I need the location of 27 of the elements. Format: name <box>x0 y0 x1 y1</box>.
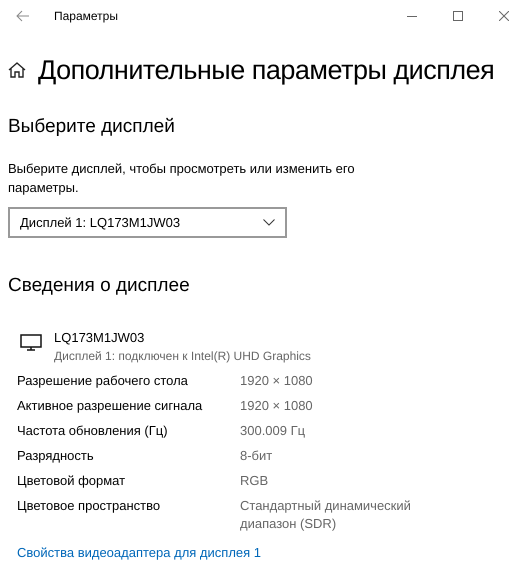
display-dropdown[interactable]: Дисплей 1: LQ173M1JW03 <box>8 207 287 238</box>
close-icon <box>499 11 509 21</box>
info-label: Цветовое пространство <box>17 497 162 515</box>
info-value: 8-бит <box>240 447 274 465</box>
monitor-subtitle: Дисплей 1: подключен к Intel(R) UHD Graphics <box>54 348 311 364</box>
page-title: Дополнительные параметры дисплея <box>38 54 494 87</box>
info-value: 300.009 Гц <box>240 422 306 440</box>
back-arrow-icon <box>16 10 30 22</box>
info-value: 1920 × 1080 <box>240 372 314 390</box>
info-value: Стандартный динамический диапазон (SDR) <box>240 497 412 533</box>
section-heading: Сведения о дисплее <box>8 274 191 298</box>
monitor-icon <box>20 334 42 350</box>
home-icon <box>8 61 26 80</box>
info-label: Разрешение рабочего стола <box>17 372 189 390</box>
window-title: Параметры <box>54 8 118 25</box>
section-heading: Выберите дисплей <box>8 114 176 138</box>
info-label: Частота обновления (Гц) <box>17 422 169 440</box>
description: Выберите дисплей, чтобы просмотреть или изменить его параметры. <box>8 160 356 197</box>
monitor-name: LQ173M1JW03 <box>54 328 146 346</box>
maximize-icon <box>453 11 463 21</box>
info-label: Активное разрешение сигнала <box>17 397 204 415</box>
chevron-down-icon <box>263 219 275 226</box>
info-label: Разрядность <box>17 447 95 465</box>
info-label: Цветовой формат <box>17 472 126 490</box>
adapter-properties-link[interactable]: Свойства видеоадаптера для дисплея 1 <box>8 542 519 562</box>
info-value: 1920 × 1080 <box>240 397 314 415</box>
info-value: RGB <box>240 472 270 490</box>
